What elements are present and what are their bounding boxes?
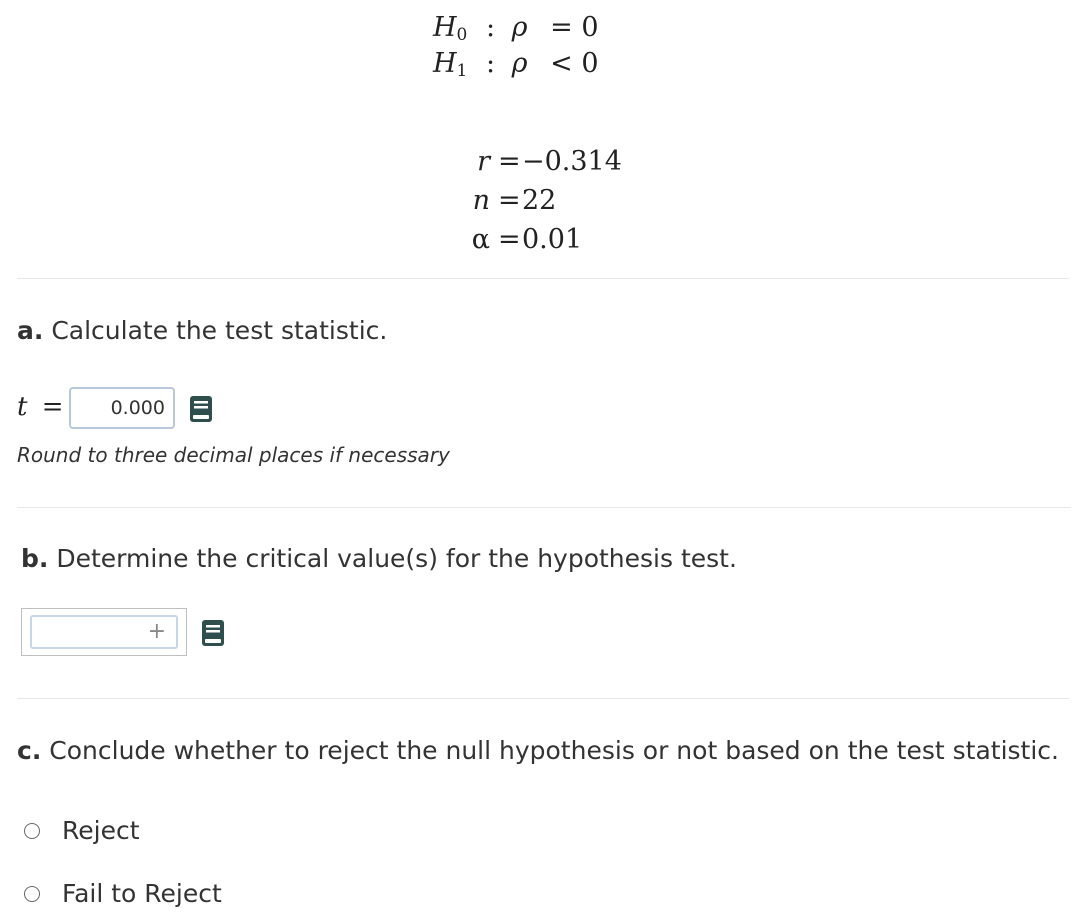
- test-statistic-value: 0.000: [110, 397, 165, 419]
- question-b: b. Determine the critical value(s) for t…: [21, 544, 737, 573]
- divider: [17, 507, 1071, 508]
- given-n: n = 22: [472, 185, 557, 216]
- alternative-hypothesis: H1 : ρ < 0: [433, 48, 599, 81]
- divider: [17, 278, 1069, 279]
- critical-value-container: +: [21, 608, 187, 656]
- book-icon[interactable]: [201, 619, 225, 647]
- question-b-text: Determine the critical value(s) for the …: [56, 544, 737, 573]
- question-c: c. Conclude whether to reject the null h…: [17, 736, 1059, 765]
- divider: [17, 698, 1069, 699]
- null-hypothesis: H0 : ρ = 0: [433, 12, 599, 45]
- given-r: r = −0.314: [477, 146, 622, 177]
- question-a: a. Calculate the test statistic.: [17, 316, 387, 345]
- option-reject[interactable]: Reject: [24, 816, 140, 845]
- option-label: Fail to Reject: [62, 879, 222, 908]
- book-icon[interactable]: [189, 395, 213, 423]
- question-c-letter: c.: [17, 736, 42, 765]
- rounding-hint: Round to three decimal places if necessa…: [17, 443, 450, 467]
- radio-button[interactable]: [24, 885, 40, 902]
- question-a-letter: a.: [17, 316, 44, 345]
- given-alpha: α = 0.01: [471, 224, 583, 255]
- plus-icon[interactable]: +: [148, 619, 166, 645]
- radio-button[interactable]: [24, 822, 40, 839]
- t-label: t =: [17, 392, 64, 422]
- critical-value-input[interactable]: +: [30, 615, 178, 649]
- question-b-letter: b.: [21, 544, 49, 573]
- option-label: Reject: [62, 816, 140, 845]
- option-fail-to-reject[interactable]: Fail to Reject: [24, 879, 222, 908]
- test-statistic-input[interactable]: 0.000: [69, 387, 175, 429]
- question-c-text: Conclude whether to reject the null hypo…: [49, 736, 1059, 765]
- question-a-text: Calculate the test statistic.: [51, 316, 388, 345]
